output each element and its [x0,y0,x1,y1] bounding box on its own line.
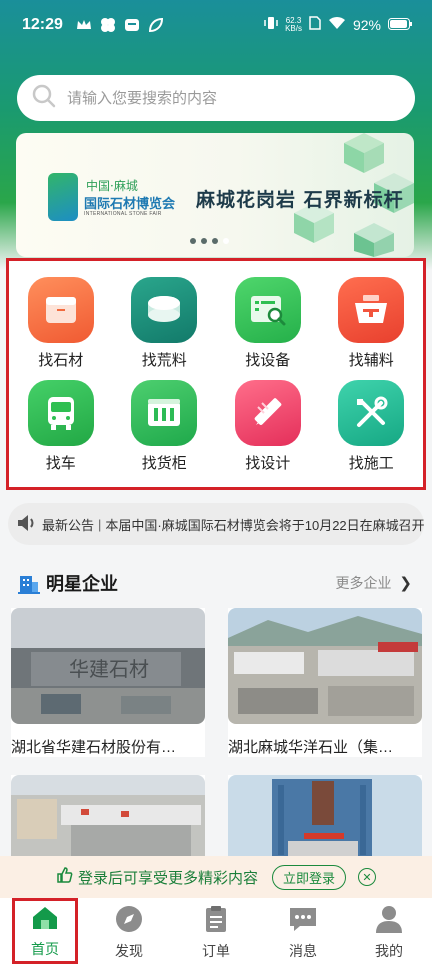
crown-icon [76,17,92,33]
chevron-right-icon: ❯ [399,575,412,592]
banner-logo-line3: INTERNATIONAL STONE FAIR [84,211,162,217]
battery-icon [388,17,412,33]
battery-percent: 92% [352,16,381,33]
company-card[interactable] [11,775,205,856]
banner-logo-line2: 国际石材博览会 [84,196,176,211]
category-label: 找荒料 [141,352,187,369]
equipment-search-icon [234,277,301,343]
bottom-tab-bar: 首页 发现 订单 消息 我的 [0,898,432,964]
banner-pagination [190,238,229,244]
pinwheel-icon [100,17,116,33]
category-find-stone[interactable]: 找石材 [9,277,113,370]
company-photo [228,775,422,856]
more-companies-label: 更多企业 [335,575,392,591]
category-label: 找车 [45,455,76,472]
banner-slogan: 麻城花岗岩 石界新标杆 [196,189,404,211]
more-companies-link[interactable]: 更多企业 ❯ [336,573,412,593]
box-icon [27,277,94,343]
company-name: 湖北麻城华洋石业（集… [228,739,394,756]
login-now-button[interactable]: 立即登录 [272,864,347,890]
announcement-text: 本届中国·麻城国际石材博览会将于10月22日在麻城召开 [105,517,424,533]
category-find-accessories[interactable]: 找辅料 [320,277,424,370]
tab-discover[interactable]: 发现 [86,898,172,964]
featured-title: 明星企业 [46,574,118,594]
network-speed: 62.3 KB/s [285,16,302,33]
category-find-design[interactable]: 找设计 [216,380,320,473]
container-icon [131,380,198,446]
network-speed-unit: KB/s [285,23,302,33]
clipboard-icon [203,905,229,938]
tab-label: 发现 [115,943,143,959]
status-bar: 12:29 62.3 KB/s 92% [0,0,432,52]
thumbs-up-icon [56,866,74,888]
company-sign-text: 华建石材 [69,657,149,681]
banner-dot[interactable] [212,238,218,244]
company-card[interactable]: 华建石材 湖北省华建石材股份有… [11,608,205,757]
sim-icon [309,16,321,33]
tab-label: 消息 [289,943,317,959]
building-icon [18,572,40,599]
search-icon [31,83,57,114]
notification-icons [76,17,164,33]
login-prompt-text: 登录后可享受更多精彩内容 [77,869,258,887]
wifi-icon [328,16,346,33]
tools-icon [338,380,405,446]
basket-icon [338,277,405,343]
announcement-separator: | [98,516,102,532]
company-card[interactable] [228,775,422,856]
chat-icon [288,905,318,938]
app-box-icon [124,17,140,33]
company-photo: 华建石材 [11,608,205,724]
company-name: 湖北省华建石材股份有… [11,739,177,756]
category-label: 找施工 [348,455,394,472]
category-grid: 找石材 找荒料 找设备 找辅料 找车 找货柜 找设计 找施工 [9,277,423,473]
company-photo [228,608,422,724]
login-prompt-bar: 登录后可享受更多精彩内容 立即登录 ✕ [0,856,432,898]
search-input[interactable] [67,89,367,107]
home-icon [31,905,59,936]
tab-orders[interactable]: 订单 [173,898,259,964]
category-grid-card: 找石材 找荒料 找设备 找辅料 找车 找货柜 找设计 找施工 [6,258,426,490]
compass-icon [115,905,143,938]
category-find-vehicle[interactable]: 找车 [9,380,113,473]
featured-section-header: 明星企业 更多企业 ❯ [0,566,432,598]
tab-label: 首页 [31,941,59,957]
stone-slab-icon [131,277,198,343]
category-label: 找辅料 [348,352,394,369]
category-label: 找设备 [245,352,291,369]
announcement-bar[interactable]: 最新公告 | 本届中国·麻城国际石材博览会将于10月22日在麻城召开 [8,503,424,545]
close-icon[interactable]: ✕ [358,868,377,886]
banner-dot[interactable] [190,238,196,244]
banner-logo-line1: 中国·麻城 [86,179,138,193]
company-card[interactable]: 湖北麻城华洋石业（集… [228,608,422,757]
tab-profile[interactable]: 我的 [346,898,432,964]
leaf-icon [148,17,164,33]
banner-dot[interactable] [201,238,207,244]
bus-icon [27,380,94,446]
speaker-icon [16,513,38,536]
category-find-container[interactable]: 找货柜 [113,380,217,473]
banner-dot-active[interactable] [223,238,229,244]
category-find-raw-block[interactable]: 找荒料 [113,277,217,370]
category-label: 找货柜 [141,455,187,472]
search-bar[interactable] [17,75,415,121]
tab-messages[interactable]: 消息 [260,898,346,964]
category-find-construction[interactable]: 找施工 [320,380,424,473]
tab-label: 订单 [202,943,230,959]
tab-home[interactable]: 首页 [12,898,78,964]
tab-label: 我的 [375,943,403,959]
fair-logo-icon [48,173,78,221]
category-label: 找石材 [38,352,84,369]
status-time: 12:29 [22,16,63,33]
vibrate-icon [264,16,278,33]
category-find-equipment[interactable]: 找设备 [216,277,320,370]
announcement-prefix: 最新公告 [42,517,95,533]
company-photo [11,775,205,856]
category-label: 找设计 [245,455,291,472]
person-icon [375,905,403,938]
ruler-pencil-icon [234,380,301,446]
status-right: 62.3 KB/s 92% [264,16,412,33]
